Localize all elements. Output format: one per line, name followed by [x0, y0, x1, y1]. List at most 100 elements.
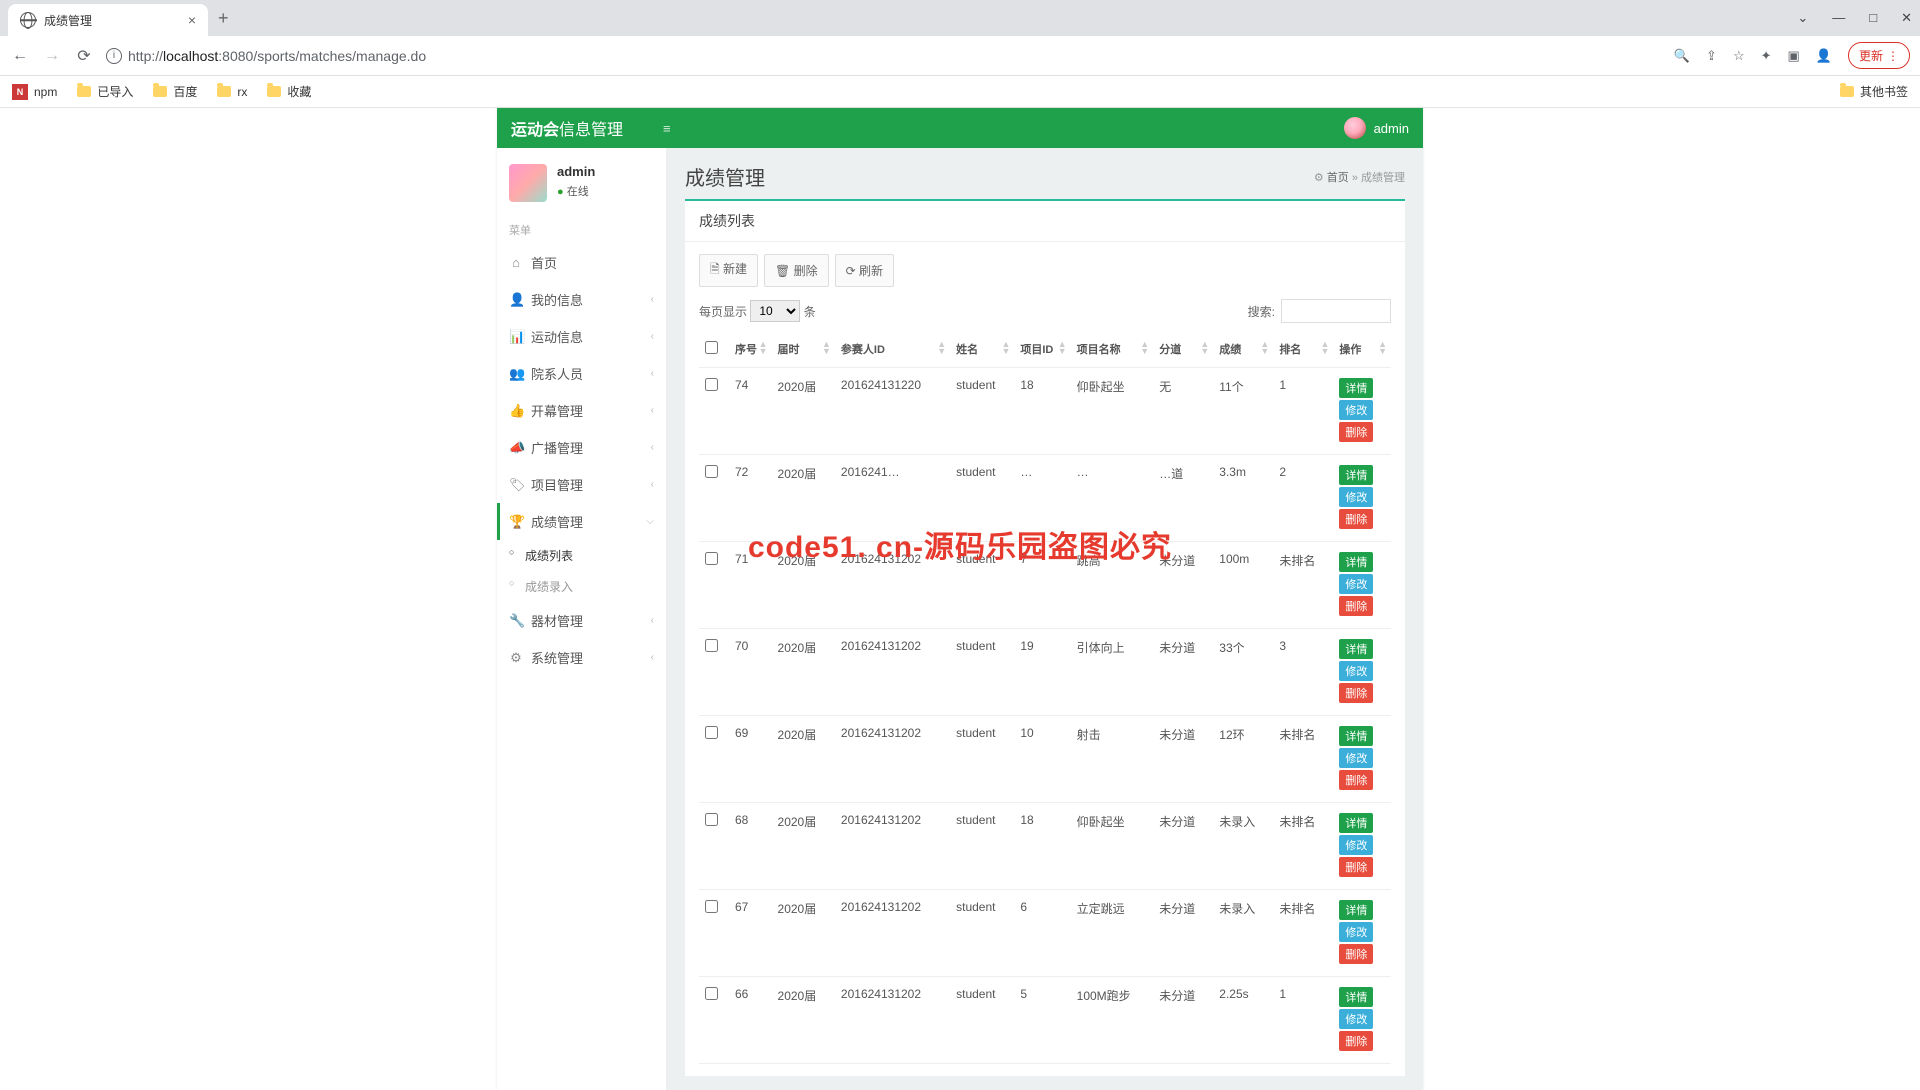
- col-lane[interactable]: 分道▲▼: [1153, 331, 1213, 368]
- cell-lane: 无: [1153, 368, 1213, 455]
- sidebar-item-3[interactable]: 👥院系人员‹: [497, 355, 666, 392]
- minimize-icon[interactable]: —: [1832, 10, 1845, 26]
- breadcrumb-home[interactable]: 首页: [1327, 172, 1349, 184]
- delete-row-button[interactable]: 删除: [1339, 770, 1373, 790]
- detail-button[interactable]: 详情: [1339, 813, 1373, 833]
- cell-pid: 2016241…: [835, 455, 950, 542]
- edit-button[interactable]: 修改: [1339, 487, 1373, 507]
- topbar-user[interactable]: admin: [1344, 117, 1409, 139]
- bookmark-rx[interactable]: rx: [217, 85, 247, 99]
- col-term[interactable]: 届时▲▼: [772, 331, 835, 368]
- cell-pid: 201624131202: [835, 803, 950, 890]
- bookmark-other[interactable]: 其他书签: [1840, 83, 1908, 100]
- nav-icon: 📣: [509, 440, 523, 456]
- sidebar-item-5[interactable]: 📣广播管理‹: [497, 429, 666, 466]
- col-eventid[interactable]: 项目ID▲▼: [1014, 331, 1070, 368]
- edit-button[interactable]: 修改: [1339, 922, 1373, 942]
- chevron-left-icon: ‹: [651, 294, 654, 305]
- sidebar-item-9[interactable]: ⚙系统管理‹: [497, 639, 666, 676]
- col-score[interactable]: 成绩▲▼: [1213, 331, 1273, 368]
- delete-row-button[interactable]: 删除: [1339, 857, 1373, 877]
- row-checkbox[interactable]: [705, 900, 718, 913]
- cell-rank: 1: [1273, 977, 1333, 1064]
- delete-row-button[interactable]: 删除: [1339, 683, 1373, 703]
- edit-button[interactable]: 修改: [1339, 400, 1373, 420]
- close-window-icon[interactable]: ✕: [1901, 10, 1912, 26]
- col-name[interactable]: 姓名▲▼: [950, 331, 1014, 368]
- edit-button[interactable]: 修改: [1339, 1009, 1373, 1029]
- detail-button[interactable]: 详情: [1339, 465, 1373, 485]
- folder-icon: [153, 86, 167, 97]
- delete-row-button[interactable]: 删除: [1339, 509, 1373, 529]
- sidebar-item-1[interactable]: 👤我的信息‹: [497, 281, 666, 318]
- sidebar-item-0[interactable]: ⌂首页: [497, 244, 666, 281]
- sidebar-item-8[interactable]: 🔧器材管理‹: [497, 602, 666, 639]
- url-box[interactable]: i http://localhost:8080/sports/matches/m…: [106, 48, 1662, 64]
- detail-button[interactable]: 详情: [1339, 378, 1373, 398]
- sidebar-item-2[interactable]: 📊运动信息‹: [497, 318, 666, 355]
- search-input[interactable]: [1281, 299, 1391, 323]
- bookmark-star-icon[interactable]: ☆: [1733, 48, 1745, 64]
- detail-button[interactable]: 详情: [1339, 639, 1373, 659]
- forward-icon[interactable]: →: [42, 47, 62, 65]
- row-checkbox[interactable]: [705, 813, 718, 826]
- profile-icon[interactable]: 👤: [1816, 48, 1832, 64]
- delete-row-button[interactable]: 删除: [1339, 1031, 1373, 1051]
- zoom-icon[interactable]: 🔍: [1674, 48, 1690, 64]
- table-row: 692020届201624131202student10射击未分道12环未排名详…: [699, 716, 1391, 803]
- sidebar-subitem-0[interactable]: 成绩列表: [497, 540, 666, 571]
- delete-row-button[interactable]: 删除: [1339, 596, 1373, 616]
- sidebar-item-6[interactable]: 🏷项目管理‹: [497, 466, 666, 503]
- browser-tab[interactable]: 成绩管理 ×: [8, 4, 208, 36]
- detail-button[interactable]: 详情: [1339, 552, 1373, 572]
- row-checkbox[interactable]: [705, 552, 718, 565]
- cell-evname: 射击: [1071, 716, 1154, 803]
- close-icon[interactable]: ×: [188, 12, 196, 28]
- col-pid[interactable]: 参赛人ID▲▼: [835, 331, 950, 368]
- update-button[interactable]: 更新⋮: [1848, 42, 1910, 69]
- row-checkbox[interactable]: [705, 639, 718, 652]
- refresh-button[interactable]: ⟳ 刷新: [835, 254, 894, 287]
- sidebar-item-7[interactable]: 🏆成绩管理⌵: [497, 503, 666, 540]
- bookmark-imported[interactable]: 已导入: [77, 83, 133, 100]
- per-page-select[interactable]: 10: [750, 300, 800, 322]
- edit-button[interactable]: 修改: [1339, 835, 1373, 855]
- detail-button[interactable]: 详情: [1339, 726, 1373, 746]
- site-info-icon[interactable]: i: [106, 48, 122, 64]
- delete-button[interactable]: 🗑 删除: [764, 254, 829, 287]
- reload-icon[interactable]: ⟳: [74, 46, 94, 66]
- bookmark-fav[interactable]: 收藏: [267, 83, 311, 100]
- new-tab-button[interactable]: +: [218, 8, 229, 29]
- share-icon[interactable]: ⇪: [1706, 48, 1717, 64]
- side-panel-icon[interactable]: ▣: [1788, 48, 1800, 64]
- chevron-down-icon[interactable]: ⌄: [1797, 10, 1808, 26]
- hamburger-icon[interactable]: ≡: [663, 121, 671, 136]
- nav-icon: 🔧: [509, 613, 523, 629]
- edit-button[interactable]: 修改: [1339, 661, 1373, 681]
- row-checkbox[interactable]: [705, 726, 718, 739]
- edit-button[interactable]: 修改: [1339, 748, 1373, 768]
- bookmark-npm[interactable]: Nnpm: [12, 84, 57, 100]
- cell-pid: 201624131202: [835, 542, 950, 629]
- sidebar-item-4[interactable]: 👍开幕管理‹: [497, 392, 666, 429]
- col-rank[interactable]: 排名▲▼: [1273, 331, 1333, 368]
- delete-row-button[interactable]: 删除: [1339, 422, 1373, 442]
- row-checkbox[interactable]: [705, 465, 718, 478]
- new-button[interactable]: 🗎 新建: [699, 254, 758, 287]
- detail-button[interactable]: 详情: [1339, 987, 1373, 1007]
- delete-row-button[interactable]: 删除: [1339, 944, 1373, 964]
- select-all-checkbox[interactable]: [705, 341, 718, 354]
- col-seq[interactable]: 序号▲▼: [729, 331, 772, 368]
- col-eventname[interactable]: 项目名称▲▼: [1071, 331, 1154, 368]
- extensions-icon[interactable]: ✦: [1761, 48, 1772, 64]
- edit-button[interactable]: 修改: [1339, 574, 1373, 594]
- cell-name: student: [950, 542, 1014, 629]
- row-checkbox[interactable]: [705, 378, 718, 391]
- sidebar-subitem-1[interactable]: 成绩录入: [497, 571, 666, 602]
- bookmark-baidu[interactable]: 百度: [153, 83, 197, 100]
- back-icon[interactable]: ←: [10, 47, 30, 65]
- maximize-icon[interactable]: □: [1869, 10, 1877, 26]
- detail-button[interactable]: 详情: [1339, 900, 1373, 920]
- row-checkbox[interactable]: [705, 987, 718, 1000]
- table-row: 702020届201624131202student19引体向上未分道33个3详…: [699, 629, 1391, 716]
